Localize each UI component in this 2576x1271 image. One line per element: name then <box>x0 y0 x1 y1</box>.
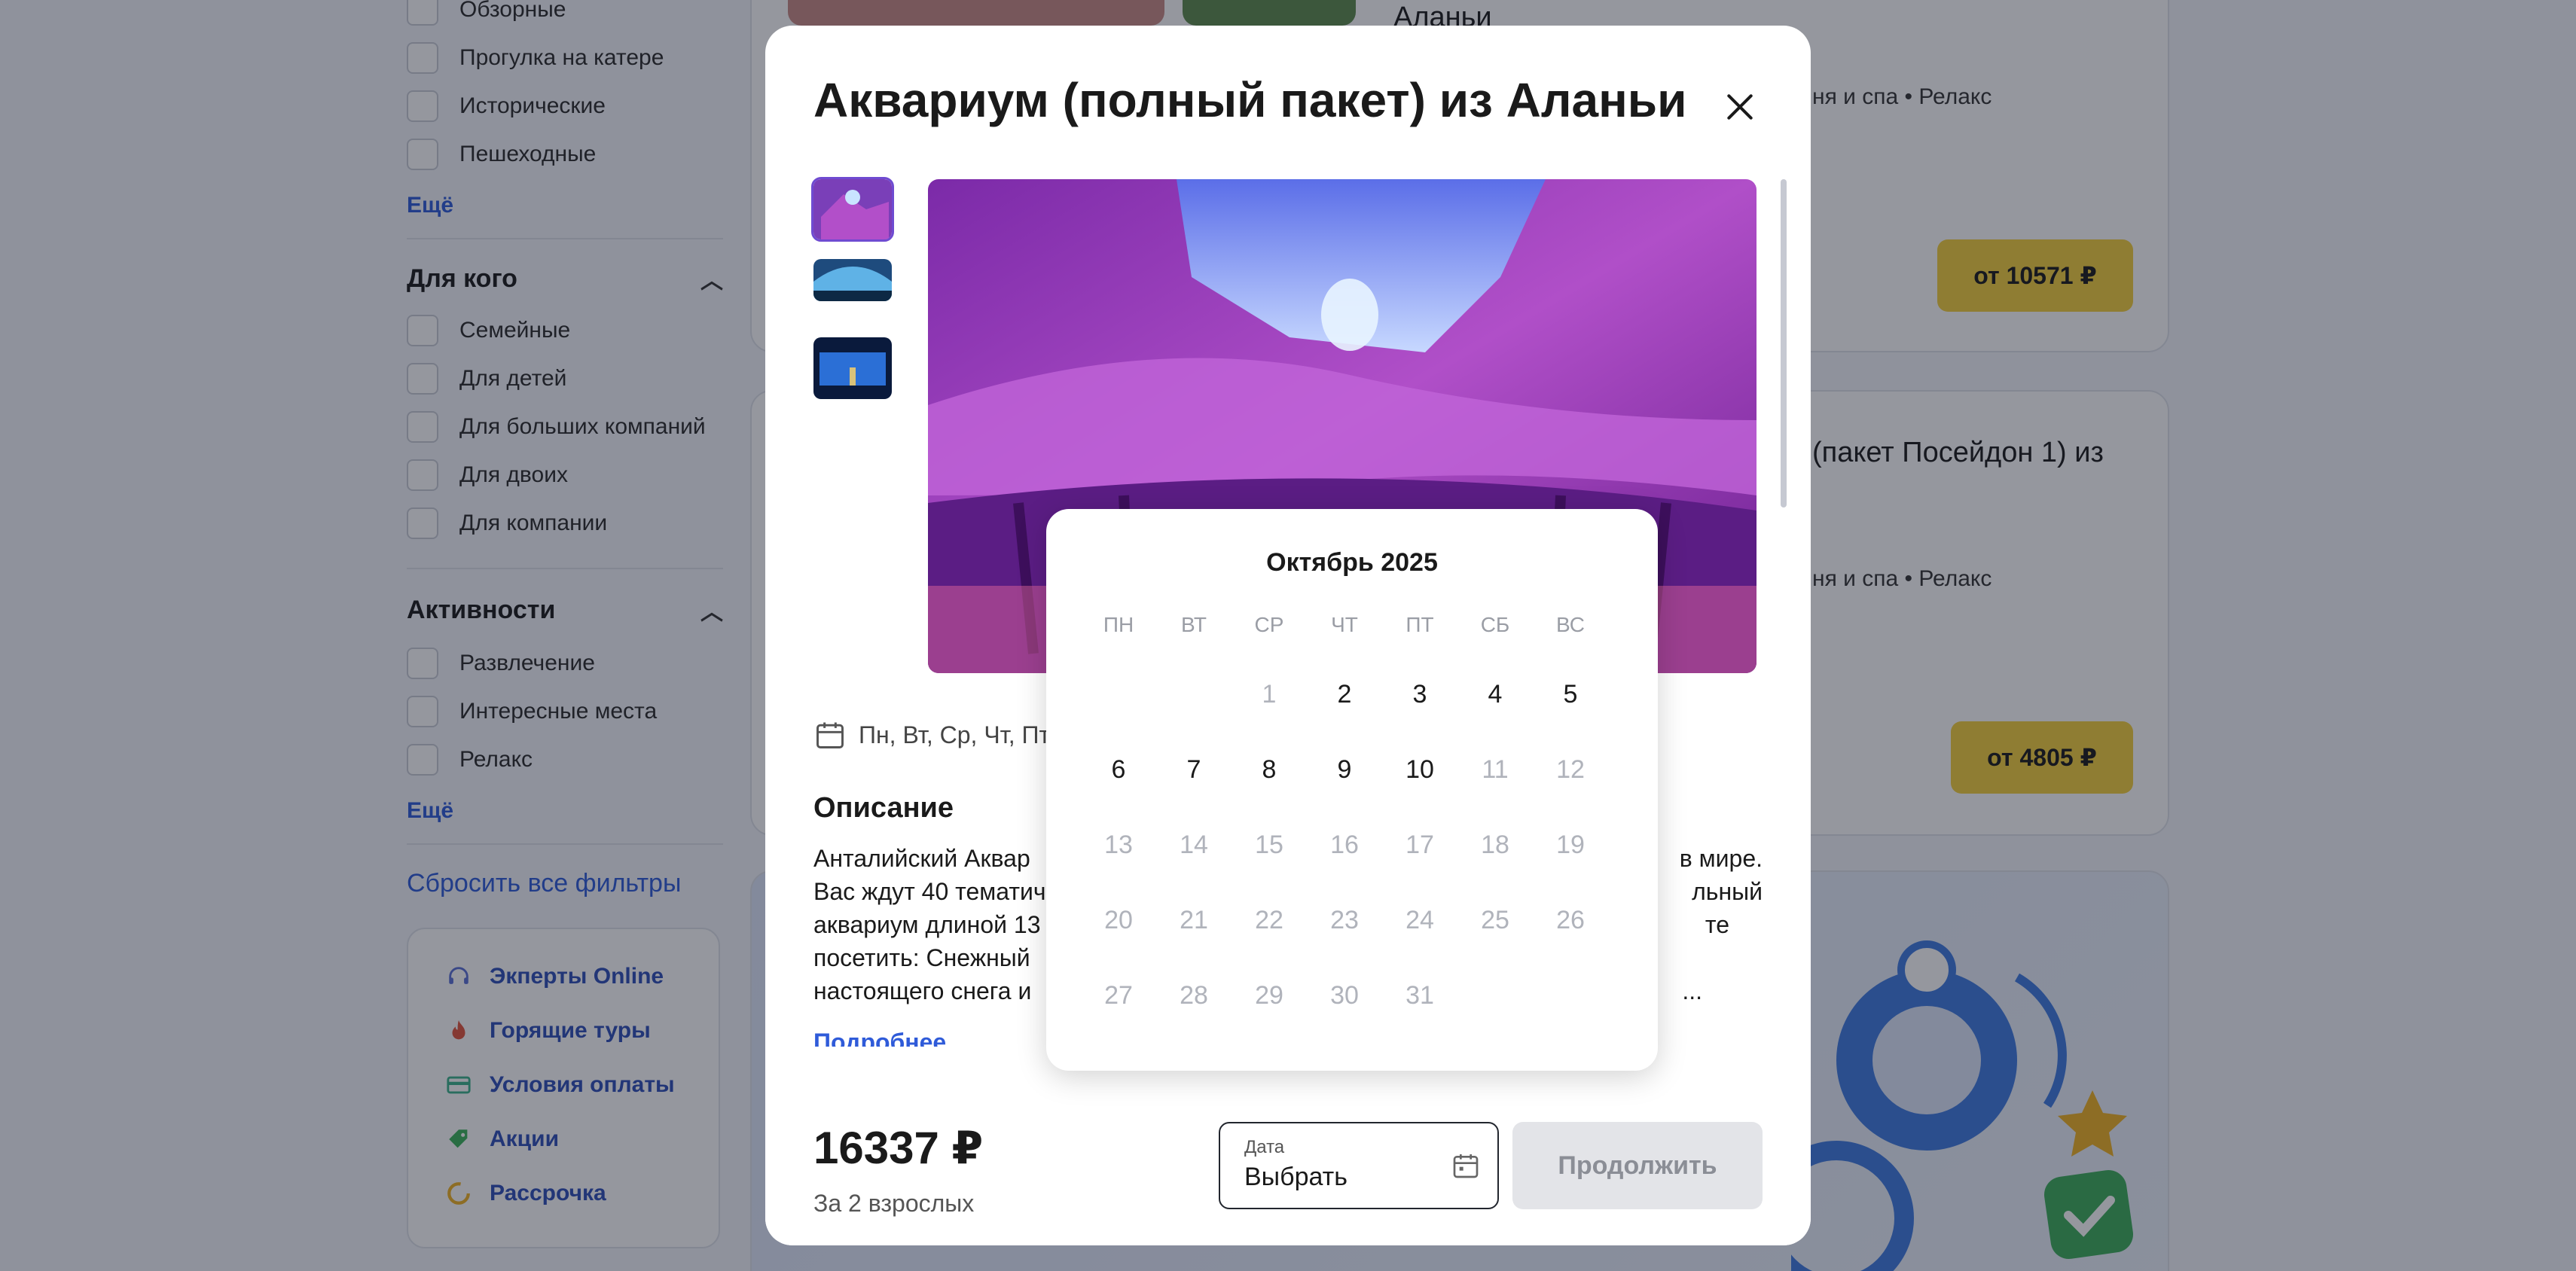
calendar-day-available[interactable]: 3 <box>1382 672 1457 717</box>
calendar-day-unavailable: 15 <box>1255 831 1283 859</box>
modal-title: Аквариум (полный пакет) из Аланьи <box>813 73 1687 127</box>
calendar-day-unavailable: 1 <box>1262 680 1277 709</box>
total-price: 16337 ₽ <box>813 1123 984 1173</box>
description-line-end: те <box>1705 911 1729 938</box>
price-caption: За 2 взрослых <box>813 1190 975 1217</box>
calendar-day-unavailable: 21 <box>1180 906 1208 934</box>
modal-scrollbar[interactable] <box>1781 179 1787 507</box>
gallery-thumbnail[interactable] <box>811 177 894 242</box>
description-line-end: льный <box>1692 878 1763 905</box>
weekday-header: ПН <box>1103 613 1134 636</box>
calendar-icon <box>1453 1154 1479 1178</box>
gallery-thumbnail[interactable] <box>813 259 892 301</box>
calendar-day-available[interactable]: 8 <box>1232 747 1307 792</box>
booking-footer: 16337 ₽ За 2 взрослых Дата Выбрать Продо… <box>765 1047 1811 1245</box>
operating-days-text: Пн, Вт, Ср, Чт, Пт <box>859 721 1051 748</box>
calendar-day-unavailable: 18 <box>1481 831 1509 859</box>
weekday-header: ВС <box>1556 613 1585 636</box>
description-line: аквариум длиной 13 <box>813 911 1041 938</box>
date-field-label: Дата <box>1244 1137 1285 1157</box>
calendar-day-unavailable: 14 <box>1180 831 1208 859</box>
description-line: посетить: Снежный <box>813 944 1030 971</box>
calendar-icon <box>816 722 844 748</box>
weekday-header: СР <box>1254 613 1284 636</box>
calendar-day-unavailable: 13 <box>1104 831 1133 859</box>
calendar-day-available[interactable]: 10 <box>1382 747 1457 792</box>
calendar-day-unavailable: 22 <box>1255 906 1283 934</box>
weekday-header: СБ <box>1480 613 1510 636</box>
operating-days: Пн, Вт, Ср, Чт, Пт <box>813 718 1050 751</box>
close-icon <box>1727 94 1753 120</box>
calendar-day-unavailable: 26 <box>1556 906 1585 934</box>
description-line-end: ... <box>1682 977 1702 1004</box>
gallery-thumbnail[interactable] <box>813 337 892 399</box>
weekday-header: ПТ <box>1406 613 1434 636</box>
calendar-day-available[interactable]: 4 <box>1457 672 1533 717</box>
description-line-end: в мире. <box>1679 845 1763 872</box>
thumbnail-image <box>813 179 892 239</box>
weekday-header: ЧТ <box>1331 613 1358 636</box>
calendar-day-available[interactable]: 7 <box>1156 747 1232 792</box>
calendar-day-unavailable: 16 <box>1330 831 1359 859</box>
thumbnail-image <box>813 337 892 399</box>
description-line: Вас ждут 40 тематич <box>813 878 1046 905</box>
calendar-day-unavailable: 12 <box>1556 755 1585 784</box>
calendar-day-unavailable: 28 <box>1180 981 1208 1010</box>
weekday-header: ВТ <box>1181 613 1207 636</box>
calendar-day-unavailable: 27 <box>1104 981 1133 1010</box>
description-line: настоящего снега и <box>813 977 1032 1004</box>
continue-button[interactable]: Продолжить <box>1512 1122 1763 1209</box>
calendar-day-unavailable: 24 <box>1406 906 1434 934</box>
date-field-value: Выбрать <box>1244 1163 1348 1191</box>
date-picker-field[interactable]: Дата Выбрать <box>1219 1122 1499 1209</box>
calendar-day-unavailable: 25 <box>1481 906 1509 934</box>
calendar-day-unavailable: 17 <box>1406 831 1434 859</box>
thumbnail-image <box>813 259 892 301</box>
calendar-day-available[interactable]: 9 <box>1307 747 1382 792</box>
calendar-day-unavailable: 30 <box>1330 981 1359 1010</box>
calendar-month-title: Октябрь 2025 <box>1266 548 1438 577</box>
calendar-day-unavailable: 20 <box>1104 906 1133 934</box>
calendar-day-unavailable: 23 <box>1330 906 1359 934</box>
calendar-day-unavailable: 19 <box>1556 831 1585 859</box>
calendar-day-unavailable: 31 <box>1406 981 1434 1010</box>
calendar-day-unavailable: 29 <box>1255 981 1283 1010</box>
calendar-day-available[interactable]: 6 <box>1081 747 1156 792</box>
description-title: Описание <box>813 792 954 824</box>
calendar-day-available[interactable]: 5 <box>1533 672 1608 717</box>
date-picker-calendar: Октябрь 2025 ПН ВТ СР ЧТ ПТ СБ ВС 1 2 3 4 5 6 7 8 9 10 11… <box>1046 509 1658 1071</box>
calendar-day-available[interactable]: 2 <box>1307 672 1382 717</box>
calendar-day-unavailable: 11 <box>1482 755 1509 784</box>
close-button[interactable] <box>1716 83 1764 131</box>
description-line: Анталийский Аквар <box>813 845 1030 872</box>
